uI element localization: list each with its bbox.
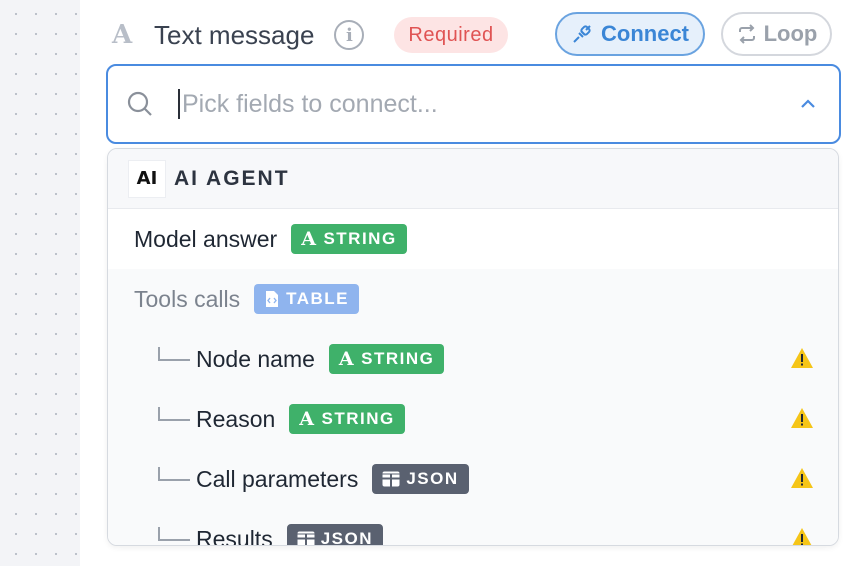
type-badge-label: TABLE	[286, 289, 350, 308]
grid-icon	[297, 531, 315, 545]
string-type-icon: A	[338, 348, 356, 370]
list-item-label: Node name	[196, 345, 315, 372]
list-item-label: Call parameters	[196, 465, 359, 492]
type-badge-label: STRING	[361, 349, 435, 368]
warning-icon	[791, 468, 813, 488]
loop-button[interactable]: Loop	[721, 12, 832, 56]
type-badge-json: JSON	[372, 464, 469, 494]
list-item-call-parameters[interactable]: Call parameters JSON	[108, 449, 838, 509]
type-badge-string: A STRING	[291, 224, 407, 254]
list-item-node-name[interactable]: Node name A STRING	[108, 329, 838, 389]
string-type-icon: A	[301, 228, 318, 250]
search-input[interactable]	[182, 89, 799, 119]
tree-connector	[158, 347, 190, 361]
type-badge-label: JSON	[320, 529, 373, 546]
list-item-label: Tools calls	[134, 285, 241, 312]
type-badge-string: A STRING	[289, 404, 405, 434]
type-badge-json: JSON	[286, 524, 383, 546]
string-type-icon: A	[299, 408, 316, 430]
chevron-up-icon[interactable]	[799, 95, 817, 113]
fields-dropdown: AI AI AGENT Model answer A STRING Tools …	[107, 148, 839, 546]
list-item-label: Results	[196, 525, 273, 546]
tree-connector	[158, 527, 190, 541]
type-badge-string: A STRING	[328, 344, 445, 374]
warning-icon	[791, 348, 813, 368]
info-icon[interactable]: i	[334, 20, 365, 50]
grid-icon	[382, 471, 400, 487]
list-item-model-answer[interactable]: Model answer A STRING	[108, 209, 838, 269]
list-item-tools-calls: Tools calls TABLE	[108, 269, 838, 329]
type-badge-label: STRING	[323, 229, 397, 248]
connect-button[interactable]: Connect	[555, 12, 705, 56]
text-type-icon: A	[112, 20, 133, 50]
tree-connector	[158, 467, 190, 481]
loop-label: Loop	[763, 21, 818, 46]
group-header-ai-agent: AI AI AGENT	[108, 149, 838, 209]
field-label: Text message	[154, 19, 315, 50]
type-badge-label: STRING	[321, 409, 395, 428]
link-icon	[573, 25, 591, 43]
list-item-reason[interactable]: Reason A STRING	[108, 389, 838, 449]
required-badge: Required	[394, 17, 508, 53]
field-search-box[interactable]	[106, 64, 841, 144]
text-cursor	[178, 89, 180, 119]
list-item-label: Reason	[196, 405, 276, 432]
group-title: AI AGENT	[174, 166, 290, 190]
code-file-icon	[266, 291, 279, 307]
warning-icon	[792, 528, 812, 545]
field-header: A Text message i Required Connect Loop	[112, 12, 842, 58]
list-item-label: Model answer	[134, 225, 278, 252]
canvas-background	[0, 0, 80, 566]
connect-label: Connect	[601, 21, 689, 46]
loop-icon	[738, 24, 755, 44]
search-icon	[127, 91, 152, 116]
tree-connector	[158, 407, 190, 421]
list-item-results[interactable]: Results JSON	[108, 509, 838, 546]
warning-icon	[791, 408, 813, 428]
type-badge-table: TABLE	[254, 284, 360, 314]
ai-agent-logo: AI	[128, 159, 166, 198]
type-badge-label: JSON	[406, 469, 459, 488]
